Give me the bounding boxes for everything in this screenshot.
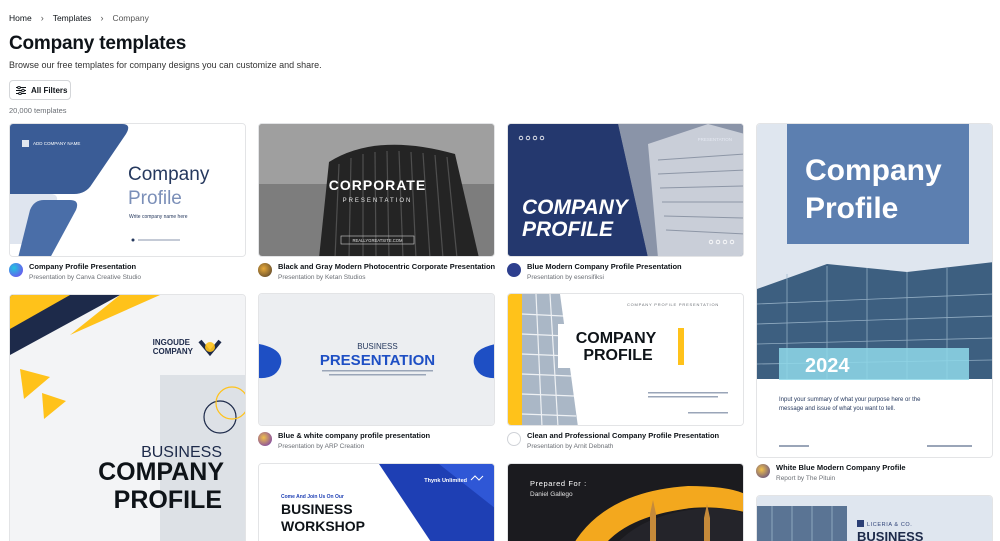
thumb-line1: BUSINESS	[281, 501, 353, 517]
page-title: Company templates	[9, 33, 187, 54]
thumb-line2: Profile	[805, 192, 898, 225]
template-card[interactable]: COMPANY PROFILE PRESENTATION COMPANY PRO…	[507, 293, 744, 453]
template-card[interactable]: Thynk Unlimited Come And Join Us On Our …	[258, 463, 495, 541]
template-title[interactable]: White Blue Modern Company Profile	[776, 463, 906, 472]
template-thumbnail[interactable]: BUSINESS PRESENTATION	[258, 293, 495, 426]
thumb-line2: PRESENTATION	[343, 198, 413, 204]
creator-avatar[interactable]	[258, 432, 272, 446]
thumb-line2: WORKSHOP	[281, 518, 365, 534]
chevron-right-icon: ›	[40, 13, 44, 23]
template-thumbnail[interactable]: PRESENTATION COMPANY PROFILE	[507, 123, 744, 257]
template-title[interactable]: Company Profile Presentation	[29, 262, 141, 271]
template-card[interactable]: ADD COMPANY NAME Company Profile Write c…	[9, 123, 246, 283]
thumb-line1: Company	[805, 154, 942, 187]
all-filters-button[interactable]: All Filters	[9, 80, 71, 100]
template-card[interactable]: BUSINESS PRESENTATION Blue & white compa…	[258, 293, 495, 453]
thumb-year: 2024	[805, 355, 850, 377]
template-author[interactable]: Presentation by esensifiksi	[527, 274, 682, 281]
thumb-tagline: Write company name here	[129, 214, 188, 220]
thumb-tag: PRESENTATION	[698, 137, 732, 142]
template-thumbnail[interactable]: Thynk Unlimited Come And Join Us On Our …	[258, 463, 495, 541]
thumb-line1: COMPANY	[576, 330, 657, 347]
thumb-line2: PROFILE	[583, 347, 653, 364]
creator-avatar[interactable]	[756, 464, 770, 478]
template-title[interactable]: Clean and Professional Company Profile P…	[527, 431, 719, 440]
thumb-summary-line2: message and issue of what you want to te…	[779, 406, 895, 412]
template-card[interactable]: Company Profile 2024 Input your summary …	[756, 123, 993, 485]
template-thumbnail[interactable]: LICERIA & CO. BUSINESS	[756, 495, 993, 541]
template-title[interactable]: Blue & white company profile presentatio…	[278, 431, 430, 440]
thumb-summary-line1: Input your summary of what your purpose …	[779, 397, 921, 403]
thumb-url: REALLYGREATSITE.COM	[352, 238, 403, 243]
filter-sliders-icon	[16, 85, 26, 95]
template-thumbnail[interactable]: CORPORATE PRESENTATION REALLYGREATSITE.C…	[258, 123, 495, 257]
template-thumbnail[interactable]: COMPANY PROFILE PRESENTATION COMPANY PRO…	[507, 293, 744, 426]
template-card[interactable]: Prepared For : Daniel Gallego	[507, 463, 744, 541]
template-title[interactable]: Black and Gray Modern Photocentric Corpo…	[278, 262, 495, 271]
all-filters-label: All Filters	[31, 85, 68, 95]
thumb-line2: PRESENTATION	[320, 352, 435, 369]
template-thumbnail[interactable]: INGOUDE COMPANY BUSINESS COMPANY PROFILE	[9, 294, 246, 541]
creator-avatar[interactable]	[258, 263, 272, 277]
thumb-line3: PROFILE	[114, 486, 222, 514]
template-author[interactable]: Presentation by Arnit Debnath	[527, 443, 719, 450]
breadcrumb-templates-link[interactable]: Templates	[53, 13, 92, 23]
template-card[interactable]: LICERIA & CO. BUSINESS	[756, 495, 993, 541]
chevron-right-icon: ›	[100, 13, 104, 23]
thumb-tag: COMPANY PROFILE PRESENTATION	[627, 302, 719, 307]
thumb-prepared-label: Prepared For :	[530, 479, 587, 488]
thumb-line1: COMPANY	[522, 196, 630, 219]
template-title[interactable]: Blue Modern Company Profile Presentation	[527, 262, 682, 271]
page-subtitle: Browse our free templates for company de…	[9, 60, 322, 70]
thumb-client-name: Daniel Gallego	[530, 491, 573, 498]
creator-avatar[interactable]	[507, 263, 521, 277]
template-author[interactable]: Presentation by Canva Creative Studio	[29, 274, 141, 281]
breadcrumb: Home › Templates › Company	[9, 13, 149, 23]
template-author[interactable]: Presentation by Ketan Studios	[278, 274, 495, 281]
template-thumbnail[interactable]: ADD COMPANY NAME Company Profile Write c…	[9, 123, 246, 257]
thumb-line1: Company	[128, 164, 210, 185]
thumb-brand: ADD COMPANY NAME	[33, 141, 80, 146]
template-author[interactable]: Presentation by ARP Creation	[278, 443, 430, 450]
thumb-brand: LICERIA & CO.	[867, 522, 912, 528]
creator-avatar[interactable]	[507, 432, 521, 446]
thumb-line2: PROFILE	[522, 218, 614, 241]
creator-avatar[interactable]	[9, 263, 23, 277]
breadcrumb-home-link[interactable]: Home	[9, 13, 32, 23]
template-count: 20,000 templates	[9, 106, 67, 115]
template-card[interactable]: INGOUDE COMPANY BUSINESS COMPANY PROFILE	[9, 294, 246, 541]
thumb-intro: Come And Join Us On Our	[281, 494, 344, 500]
template-card[interactable]: PRESENTATION COMPANY PROFILE Blue Modern…	[507, 123, 744, 283]
template-thumbnail[interactable]: Company Profile 2024 Input your summary …	[756, 123, 993, 458]
thumb-line2: COMPANY	[98, 458, 224, 486]
thumb-line2: Profile	[128, 188, 182, 209]
template-card[interactable]: CORPORATE PRESENTATION REALLYGREATSITE.C…	[258, 123, 495, 283]
thumb-line1: BUSINESS	[857, 529, 924, 541]
thumb-brand-line1: INGOUDE	[153, 338, 191, 347]
breadcrumb-current: Company	[112, 13, 149, 23]
thumb-line1: BUSINESS	[357, 342, 397, 351]
template-thumbnail[interactable]: Prepared For : Daniel Gallego	[507, 463, 744, 541]
thumb-brand: Thynk Unlimited	[424, 478, 467, 484]
thumb-brand-line2: COMPANY	[153, 347, 194, 356]
template-author[interactable]: Report by The Pituin	[776, 475, 906, 482]
thumb-line1: CORPORATE	[329, 177, 426, 193]
